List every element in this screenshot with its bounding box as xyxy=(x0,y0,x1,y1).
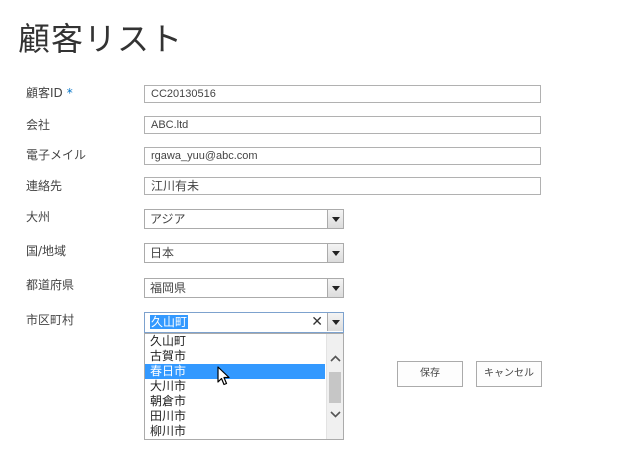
prefecture-label: 都道府県 xyxy=(26,278,75,292)
clear-icon[interactable]: ✕ xyxy=(311,313,323,331)
continent-label: 大州 xyxy=(26,210,51,224)
country-label: 国/地域 xyxy=(26,244,67,258)
city-option[interactable]: 大川市 xyxy=(145,379,325,394)
email-input[interactable]: rgawa_yuu@abc.com xyxy=(144,147,541,165)
continent-select[interactable]: アジア xyxy=(144,209,344,229)
city-option[interactable]: 朝倉市 xyxy=(145,394,325,409)
chevron-down-icon[interactable] xyxy=(327,244,343,262)
city-option[interactable]: 久山町 xyxy=(145,334,325,349)
chevron-down-icon[interactable] xyxy=(327,210,343,228)
customer-id-label: 顧客ID * xyxy=(26,86,73,100)
required-mark: * xyxy=(66,86,73,100)
city-option[interactable]: 古賀市 xyxy=(145,349,325,364)
country-value: 日本 xyxy=(150,246,175,260)
city-options: 久山町 古賀市 春日市 大川市 朝倉市 田川市 柳川市 xyxy=(145,334,325,439)
prefecture-value: 福岡県 xyxy=(150,281,187,295)
scrollbar[interactable] xyxy=(326,334,343,439)
company-label: 会社 xyxy=(26,118,51,132)
city-option[interactable]: 柳川市 xyxy=(145,424,325,439)
email-label: 電子メイル xyxy=(26,148,87,162)
scroll-up-icon[interactable] xyxy=(327,350,343,367)
page-title: 顧客リスト xyxy=(18,20,184,58)
company-input[interactable]: ABC.ltd xyxy=(144,116,541,134)
city-label: 市区町村 xyxy=(26,313,75,327)
customer-id-input[interactable]: CC20130516 xyxy=(144,85,541,103)
scroll-thumb[interactable] xyxy=(329,372,341,403)
chevron-down-icon[interactable] xyxy=(327,279,343,297)
country-select[interactable]: 日本 xyxy=(144,243,344,263)
city-option[interactable]: 田川市 xyxy=(145,409,325,424)
contact-label: 連絡先 xyxy=(26,179,63,193)
city-option-highlighted[interactable]: 春日市 xyxy=(145,364,325,379)
prefecture-select[interactable]: 福岡県 xyxy=(144,278,344,298)
mouse-cursor-icon xyxy=(217,366,231,390)
continent-value: アジア xyxy=(150,212,186,226)
city-value[interactable]: 久山町 xyxy=(150,315,189,329)
cancel-button[interactable]: キャンセル xyxy=(476,361,542,387)
city-dropdown-list[interactable]: 久山町 古賀市 春日市 大川市 朝倉市 田川市 柳川市 xyxy=(144,333,344,440)
save-button[interactable]: 保存 xyxy=(397,361,463,387)
chevron-down-icon[interactable] xyxy=(327,313,343,331)
scroll-down-icon[interactable] xyxy=(327,406,343,423)
city-select[interactable]: 久山町 ✕ xyxy=(144,312,344,333)
contact-input[interactable]: 江川有未 xyxy=(144,177,541,195)
